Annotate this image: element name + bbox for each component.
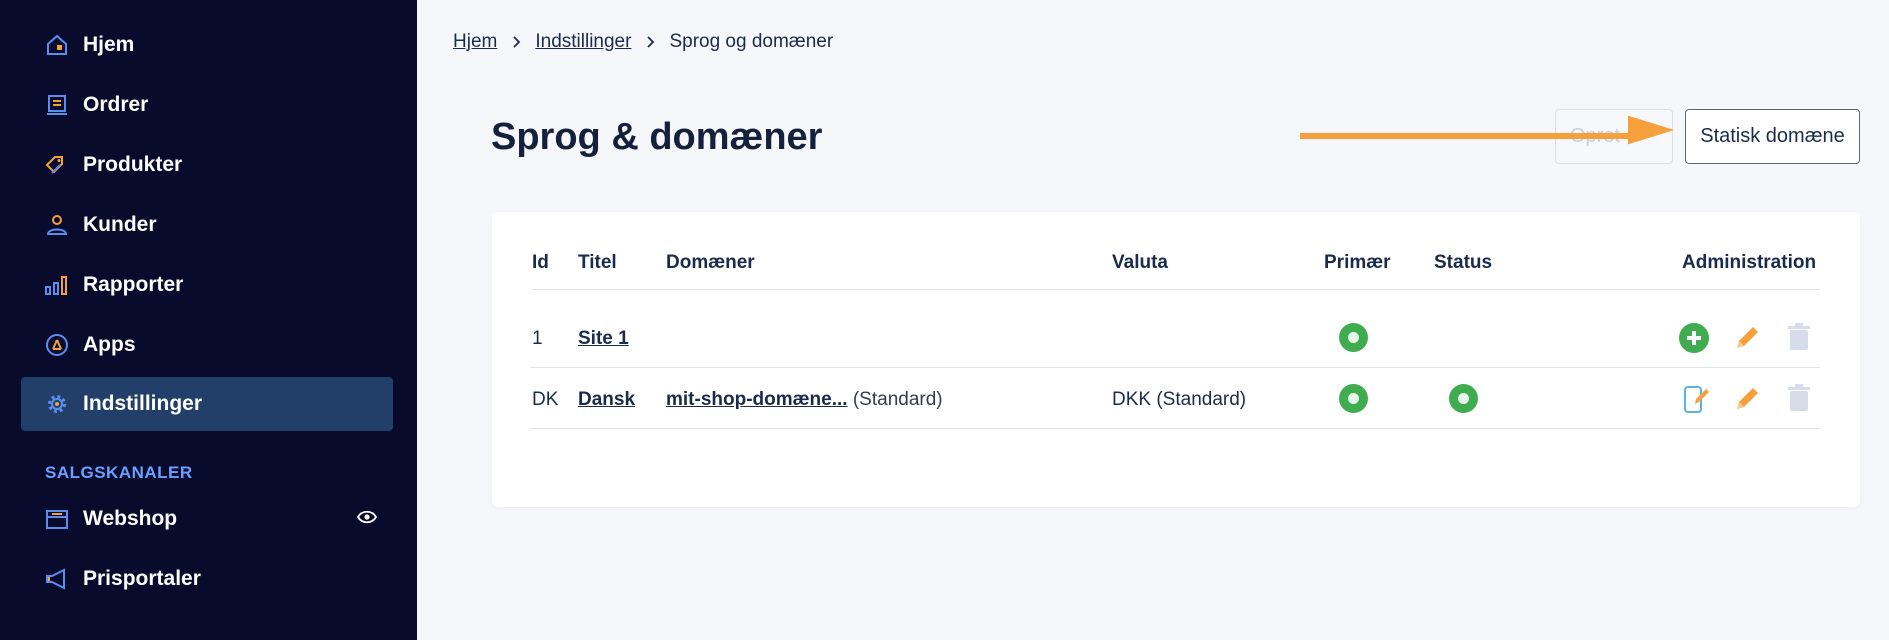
page-title: Sprog & domæner: [491, 116, 823, 158]
sidebar-item-settings[interactable]: Indstillinger: [21, 377, 393, 431]
sidebar-item-label: Webshop: [83, 507, 178, 530]
apps-icon: [44, 332, 70, 358]
delete-icon[interactable]: [1786, 322, 1812, 352]
tag-icon: [44, 152, 70, 178]
sidebar: Hjem Ordrer Produkter Kunder Rapporter A…: [0, 0, 417, 640]
chevron-right-icon: [645, 35, 655, 49]
sidebar-item-orders[interactable]: Ordrer: [21, 78, 393, 132]
breadcrumb-current: Sprog og domæner: [669, 31, 834, 52]
sidebar-item-products[interactable]: Produkter: [21, 138, 393, 192]
table-header-divider: [531, 289, 1820, 290]
domain-note: (Standard): [852, 389, 943, 410]
sidebar-item-customers[interactable]: Kunder: [21, 198, 393, 252]
column-header-currency: Valuta: [1112, 252, 1168, 273]
row-currency: DKK (Standard): [1112, 389, 1247, 410]
user-icon: [44, 212, 70, 238]
row-title-link[interactable]: Site 1: [578, 328, 629, 349]
sidebar-item-price-portals[interactable]: Prisportaler: [21, 552, 393, 606]
column-header-status: Status: [1434, 252, 1493, 273]
add-icon[interactable]: [1678, 322, 1710, 354]
sidebar-item-label: Hjem: [83, 33, 135, 56]
sidebar-item-label: Ordrer: [83, 93, 149, 116]
chevron-right-icon: [511, 35, 521, 49]
sidebar-item-webshop[interactable]: Webshop: [21, 492, 393, 546]
breadcrumb: Hjem Indstillinger Sprog og domæner: [453, 31, 833, 53]
domain-link[interactable]: mit-shop-domæne...: [666, 389, 848, 410]
sidebar-item-label: Rapporter: [83, 273, 184, 296]
sidebar-item-label: Indstillinger: [83, 392, 203, 415]
column-header-title: Titel: [578, 252, 617, 273]
eye-icon[interactable]: [356, 510, 378, 529]
row-id: DK: [532, 389, 559, 410]
column-header-domains: Domæner: [666, 252, 755, 273]
breadcrumb-home-link[interactable]: Hjem: [453, 31, 497, 53]
edit-icon[interactable]: [1731, 383, 1763, 415]
row-id: 1: [532, 328, 543, 349]
translate-icon[interactable]: [1681, 383, 1713, 415]
annotation-arrow: [1300, 116, 1674, 145]
home-icon: [44, 32, 70, 58]
edit-icon[interactable]: [1731, 322, 1763, 354]
sidebar-item-apps[interactable]: Apps: [21, 318, 393, 372]
breadcrumb-settings-link[interactable]: Indstillinger: [535, 31, 631, 53]
column-header-administration: Administration: [1682, 252, 1817, 273]
column-header-id: Id: [532, 252, 549, 273]
megaphone-icon: [44, 566, 70, 592]
sidebar-item-label: Apps: [83, 333, 136, 356]
store-icon: [44, 506, 70, 532]
sidebar-item-home[interactable]: Hjem: [21, 18, 393, 72]
sidebar-item-label: Prisportaler: [83, 567, 201, 590]
primary-indicator: [1339, 384, 1368, 413]
status-indicator: [1449, 384, 1478, 413]
orders-icon: [44, 92, 70, 118]
sidebar-item-label: Produkter: [83, 153, 183, 176]
primary-indicator: [1339, 323, 1368, 352]
sales-channels-heading: SALGSKANALER: [45, 463, 193, 482]
row-divider: [531, 428, 1820, 429]
static-domain-button[interactable]: Statisk domæne: [1685, 109, 1860, 164]
row-divider: [531, 367, 1820, 368]
bar-chart-icon: [44, 272, 70, 298]
gear-icon: [44, 391, 70, 417]
row-title-link[interactable]: Dansk: [578, 389, 635, 410]
delete-icon[interactable]: [1786, 383, 1812, 413]
column-header-primary: Primær: [1324, 252, 1391, 273]
sidebar-item-label: Kunder: [83, 213, 157, 236]
sidebar-item-reports[interactable]: Rapporter: [21, 258, 393, 312]
